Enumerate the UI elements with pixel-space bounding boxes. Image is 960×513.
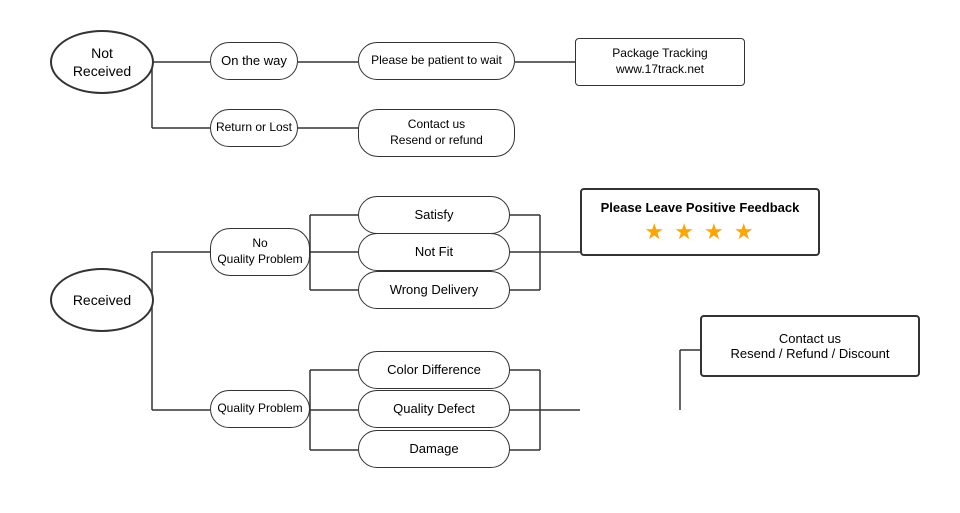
not-fit-node: Not Fit: [358, 233, 510, 271]
quality-problem-node: Quality Problem: [210, 390, 310, 428]
no-quality-node: NoQuality Problem: [210, 228, 310, 276]
contact-rrd-box: Contact usResend / Refund / Discount: [700, 315, 920, 377]
feedback-text: Please Leave Positive Feedback: [601, 200, 800, 215]
feedback-box: Please Leave Positive Feedback ★ ★ ★ ★: [580, 188, 820, 256]
return-or-lost-node: Return or Lost: [210, 109, 298, 147]
package-tracking-node: Package Trackingwww.17track.net: [575, 38, 745, 86]
wrong-delivery-node: Wrong Delivery: [358, 271, 510, 309]
damage-node: Damage: [358, 430, 510, 468]
color-diff-node: Color Difference: [358, 351, 510, 389]
patient-node: Please be patient to wait: [358, 42, 515, 80]
received-node: Received: [50, 268, 154, 332]
contact-rrd-text: Contact usResend / Refund / Discount: [731, 331, 890, 361]
stars: ★ ★ ★ ★: [644, 219, 755, 245]
satisfy-node: Satisfy: [358, 196, 510, 234]
on-the-way-node: On the way: [210, 42, 298, 80]
not-received-node: NotReceived: [50, 30, 154, 94]
quality-defect-node: Quality Defect: [358, 390, 510, 428]
contact-resend-node: Contact usResend or refund: [358, 109, 515, 157]
